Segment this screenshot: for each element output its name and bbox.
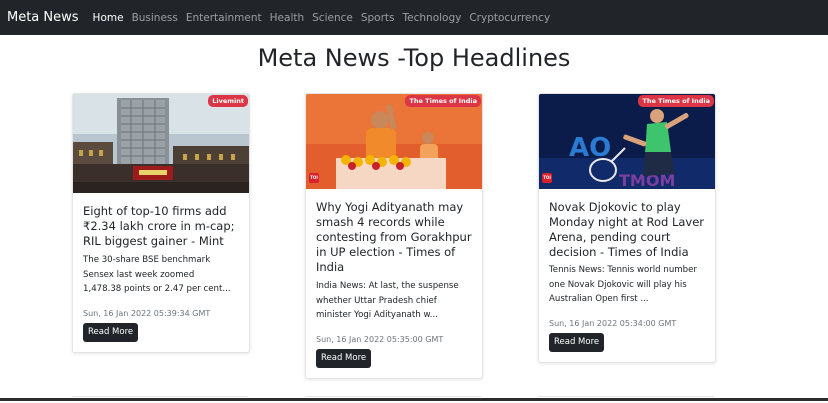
news-title: Why Yogi Adityanath may smash 4 records … <box>316 200 472 274</box>
news-image-politician[interactable]: TOI The Times of India <box>306 94 482 189</box>
news-card: AO TMOM TOI The Times of India Novak Djo… <box>538 93 716 363</box>
read-more-button[interactable]: Read More <box>83 323 139 342</box>
top-navbar: Meta News Home Business Entertainment He… <box>0 0 828 35</box>
news-title: Eight of top-10 firms add ₹2.34 lakh cro… <box>83 204 235 248</box>
news-description: Tennis News: Tennis world number one Nov… <box>549 265 697 304</box>
news-date: Sun, 16 Jan 2022 05:39:34 GMT <box>83 309 211 318</box>
stock-exchange-building-photo <box>73 94 249 193</box>
news-description: India News: At last, the suspense whethe… <box>316 281 459 320</box>
nav-link-sports[interactable]: Sports <box>361 12 395 24</box>
news-date: Sun, 16 Jan 2022 05:34:00 GMT <box>549 319 677 328</box>
news-image-stock-exchange[interactable]: Livemint <box>73 94 249 193</box>
source-badge: The Times of India <box>638 95 714 107</box>
read-more-button[interactable]: Read More <box>316 349 372 368</box>
politician-speech-photo <box>306 94 482 189</box>
news-card: Livemint Eight of top-10 firms add ₹2.34… <box>72 93 250 353</box>
nav-link-cryptocurrency[interactable]: Cryptocurrency <box>469 12 550 24</box>
news-title: Novak Djokovic to play Monday night at R… <box>549 200 705 259</box>
read-more-button[interactable]: Read More <box>549 333 605 352</box>
toi-logo-icon: TOI <box>542 173 552 183</box>
nav-link-technology[interactable]: Technology <box>403 12 462 24</box>
toi-logo-icon: TOI <box>309 173 319 183</box>
news-date: Sun, 16 Jan 2022 05:35:00 GMT <box>316 335 444 344</box>
news-description: The 30-share BSE benchmark Sensex last w… <box>83 255 231 294</box>
news-card: TOI The Times of India Why Yogi Adityana… <box>305 93 483 379</box>
nav-link-entertainment[interactable]: Entertainment <box>186 12 262 24</box>
nav-link-health[interactable]: Health <box>270 12 304 24</box>
source-badge: Livemint <box>208 95 248 107</box>
nav-link-science[interactable]: Science <box>312 12 353 24</box>
tennis-player-photo: AO TMOM <box>539 94 715 189</box>
nav-link-business[interactable]: Business <box>132 12 178 24</box>
brand-logo-link[interactable]: Meta News <box>7 10 79 25</box>
nav-link-home[interactable]: Home <box>93 12 124 24</box>
source-badge: The Times of India <box>405 95 481 107</box>
news-image-tennis[interactable]: AO TMOM TOI The Times of India <box>539 94 715 189</box>
page-title: Meta News -Top Headlines <box>257 44 571 72</box>
